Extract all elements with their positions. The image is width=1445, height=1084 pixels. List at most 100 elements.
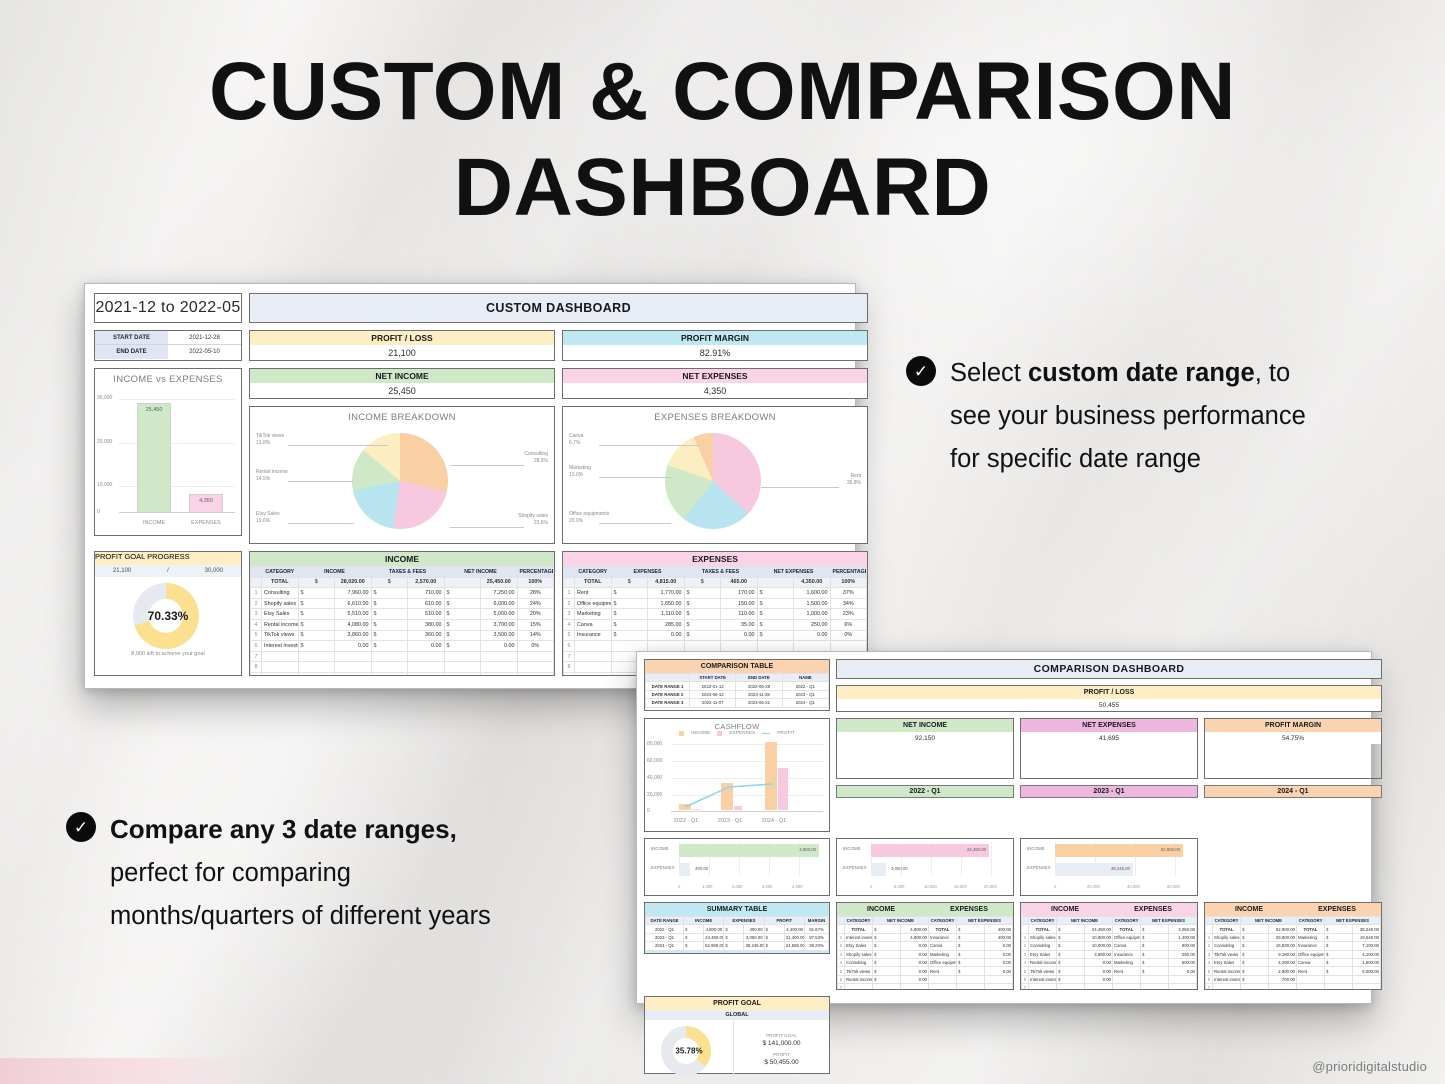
table-row-total: TOTAL $4,800.00 TOTAL $400.00 [837, 924, 1013, 934]
total-pct: 100% [516, 576, 554, 589]
table-row-total: TOTAL $24,450.00 TOTAL $3,050.00 [1021, 924, 1197, 934]
pie-label-marketing: Marketing 13.0% [569, 465, 591, 478]
table-row-total: TOTAL $28,020.00 $2,570.00 25,450.00 100… [250, 576, 554, 589]
period-label-2024-q1: 2024 - Q1 [1204, 785, 1382, 798]
period-table: CATEGORY NET INCOME CATEGORY NET EXPENSES … [837, 915, 1013, 989]
total-income: 28,020.00 [334, 576, 372, 589]
chart-title: EXPENSES BREAKDOWN [654, 412, 776, 423]
date-inputs[interactable]: START DATE 2021-12-28 END DATE 2022-05-1… [94, 330, 242, 361]
pie-label-canva: Canva 6.7% [569, 433, 584, 446]
total-pct: 100% [829, 576, 867, 589]
bar-income: 25,450 [137, 403, 171, 513]
period-label-2023-q1: 2023 - Q1 [1020, 785, 1198, 798]
callout-compare-date-ranges: ✓ Compare any 3 date ranges, perfect for… [66, 808, 626, 938]
table-row: 7 [1021, 983, 1197, 989]
table-row: 5 Rental income $2,800.00 Rent $6,000.00 [1205, 966, 1381, 976]
col-percentage: PERCENTAGE [516, 566, 554, 578]
chart-title: CASHFLOW [714, 722, 760, 731]
table-row: 1 Shopify sales $29,800.00 Marketing $19,545… [1205, 932, 1381, 943]
start-date-value[interactable]: 2021-12-28 [168, 331, 241, 344]
profit-goal-percent: 35.78% [675, 1046, 703, 1056]
table-row: 4Consulting$0.00Office equipments$0.00 [837, 957, 1013, 968]
total-label: TOTAL [574, 576, 612, 589]
col-end-date: END DATE [735, 672, 783, 683]
table-row: 2Office equipments$1,650.00$150.00$1,500… [563, 597, 867, 610]
table-row: 5 TikTok views $0.00 Rent $0.00 [1021, 966, 1197, 976]
callout-post: , to [1254, 359, 1291, 387]
pie-slices [665, 433, 761, 529]
kpi-label: NET EXPENSES [1021, 719, 1197, 732]
table-row: 3 Marketing $1,110.00 $110.00 $1,000.00 23% [563, 608, 867, 620]
col-taxes: TAXES & FEES [683, 566, 758, 578]
table-row: 4 Rental income $4,080.00 $380.00 $3,700.00 1… [250, 618, 554, 631]
end-date-value[interactable]: 2022-05-10 [168, 345, 241, 359]
kpi-value: 25,450 [250, 383, 554, 398]
callout-line-3: months/quarters of different years [110, 902, 491, 930]
col-income: INCOME [297, 566, 372, 578]
pie-label-office: Office equipments 20.0% [569, 511, 610, 524]
table-row: 1 Consulting $7,960.00 $710.00 $7,250.00 28% [250, 587, 554, 599]
table-row: 4 Canva $285.00 $35.00 $250.00 6% [563, 618, 867, 631]
total-net: 4,350.00 [793, 576, 831, 589]
income-table: CATEGORY INCOME TAXES & FEES NET INCOME … [250, 566, 554, 675]
table-row: 3TikTok views$9,180.00Office equipments$… [1205, 949, 1381, 959]
table-row: 4 Rental income $0.00 Marketing $500.00 [1021, 957, 1197, 968]
total-taxes: 465.00 [720, 576, 758, 589]
profit-goal-progress-card: PROFIT GOAL PROGRESS 21,100 / 30,000 70.… [94, 551, 242, 676]
col-net: NET INCOME [443, 566, 518, 578]
pie-label-rental: Rental income 14.5% [256, 469, 288, 482]
goal-target: 30,000 [204, 568, 224, 574]
bar-income: 4,800.00 [679, 844, 819, 857]
callout-line-2: see your business performance [950, 402, 1306, 430]
table-row: 3 Etsy Sales $3,650.00 Insurance $250.00 [1021, 949, 1197, 959]
profit-goal-caption: PROFIT GOAL [645, 997, 829, 1010]
table-header-row: CATEGORY EXPENSES TAXES & FEES NET EXPEN… [563, 566, 867, 578]
date-range-display[interactable]: 2021-12 to 2022-05 [94, 293, 242, 323]
table-row: 1Shopify sales$10,800.00Office equipment… [1021, 932, 1197, 943]
decorative-strip [0, 1058, 260, 1084]
goal-label: PROFIT GOAL [766, 1032, 797, 1038]
kpi-value: 41,695 [1021, 732, 1197, 744]
period-table: CATEGORY NET INCOME CATEGORY NET EXPENSES … [1205, 915, 1381, 989]
profit-label: PROFIT [773, 1051, 790, 1057]
end-date-label: END DATE [95, 345, 168, 359]
custom-dashboard-title: CUSTOM DASHBOARD [249, 293, 868, 323]
chart-title: INCOME BREAKDOWN [348, 412, 456, 423]
pie-slices [352, 433, 448, 529]
page-title-line-2: DASHBOARD [453, 142, 992, 233]
custom-dashboard-screenshot: 2021-12 to 2022-05 CUSTOM DASHBOARD STAR… [84, 283, 868, 689]
page-title: CUSTOM & COMPARISON DASHBOARD [0, 44, 1445, 236]
callout-pre: Select [950, 359, 1028, 387]
kpi-profit-margin: PROFIT MARGIN 54.75% [1204, 718, 1382, 779]
total-expenses: 4,815.00 [647, 576, 685, 589]
bar-income: 24,450.00 [871, 844, 989, 857]
y-tick: 30,000 [97, 395, 113, 401]
goal-percent: 70.33% [147, 609, 189, 623]
col-net: NET EXPENSES [756, 566, 831, 578]
period-table-2022-q1: INCOME EXPENSES CATEGORY NET INCOME CATEG… [836, 902, 1014, 990]
start-date-label: START DATE [95, 331, 168, 344]
callout-bold: custom date range [1027, 359, 1255, 387]
bar-expenses [679, 863, 690, 876]
profit-goal-scope: GLOBAL [645, 1010, 829, 1020]
goal-value: $ 141,000.00 [762, 1039, 801, 1047]
kpi-value: 21,100 [250, 345, 554, 360]
comparison-table[interactable]: START DATE END DATE NAME DATE RANGE 1 202… [645, 672, 829, 708]
table-row: DATE RANGE 3 2022-11-07 2023-06-21 2024 - Q… [645, 698, 829, 708]
kpi-label: PROFIT / LOSS [250, 331, 554, 345]
table-row: 7 [837, 983, 1013, 989]
kpi-profit-margin: PROFIT MARGIN 82.91% [562, 330, 868, 361]
goal-footer: 8,900 left to achieve your goal [131, 651, 205, 657]
callout-text: Select custom date range, to see your bu… [950, 352, 1306, 481]
table-row: 4 Etsy Sales $4,290.00 Canva $1,500.00 [1205, 957, 1381, 968]
table-row: 2 Etsy Sales $0.00 Canva $0.00 [837, 941, 1013, 951]
table-row: DATE RANGE 2 2023-06-12 2023-11-28 2023 - Q… [645, 689, 829, 700]
table-row: 3 Etsy Sales $5,510.00 $510.00 $5,000.00 20% [250, 608, 554, 620]
table-row: 5 Insurance $0.00 $0.00 $0.00 0% [563, 629, 867, 642]
summary-table-caption: SUMMARY TABLE [645, 903, 829, 916]
table-row: 5 TikTok views $3,860.00 $360.00 $3,500.00 14… [250, 629, 554, 642]
goal-current: 21,100 [112, 568, 132, 574]
table-row: DATE RANGE 1 2022-01-12 2022-06-28 2022 - Q… [645, 681, 829, 691]
kpi-value: 54.75% [1205, 732, 1381, 744]
col-percentage: PERCENTAGE [829, 566, 867, 578]
